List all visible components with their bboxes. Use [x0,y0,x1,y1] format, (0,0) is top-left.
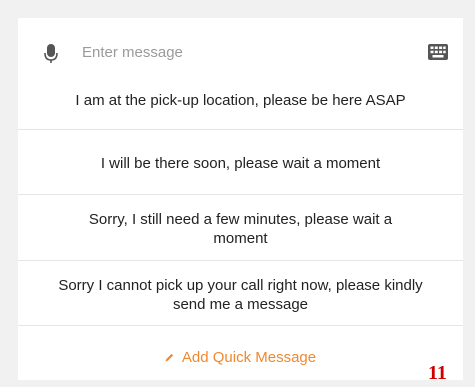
pencil-icon [165,353,173,361]
divider [18,325,463,326]
quick-message-text: Sorry I cannot pick up your call right n… [58,277,423,313]
quick-message-item[interactable]: I will be there soon, please wait a mome… [18,143,463,183]
microphone-icon[interactable] [44,44,58,64]
divider [18,194,463,195]
quick-message-text: I am at the pick-up location, please be … [75,91,406,109]
keyboard-icon[interactable] [428,44,448,60]
divider [18,129,463,130]
quick-message-text: Sorry, I still need a few minutes, pleas… [88,211,393,247]
add-quick-message-label: Add Quick Message [181,348,317,366]
message-input-row[interactable]: Enter message [18,32,463,76]
quick-message-text: I will be there soon, please wait a mome… [100,154,381,172]
divider [18,260,463,261]
page-number: 11 [428,362,447,384]
add-quick-message-button[interactable]: Add Quick Message [18,342,463,372]
quick-message-item[interactable]: Sorry, I still need a few minutes, pleas… [18,201,463,257]
quick-message-item[interactable]: Sorry I cannot pick up your call right n… [18,266,463,324]
message-input-placeholder[interactable]: Enter message [82,44,183,61]
quick-message-item[interactable]: I am at the pick-up location, please be … [18,82,463,118]
screenshot-frame: Enter message I am at the pick-up locati… [0,0,475,387]
quick-message-panel: Enter message I am at the pick-up locati… [18,18,463,380]
